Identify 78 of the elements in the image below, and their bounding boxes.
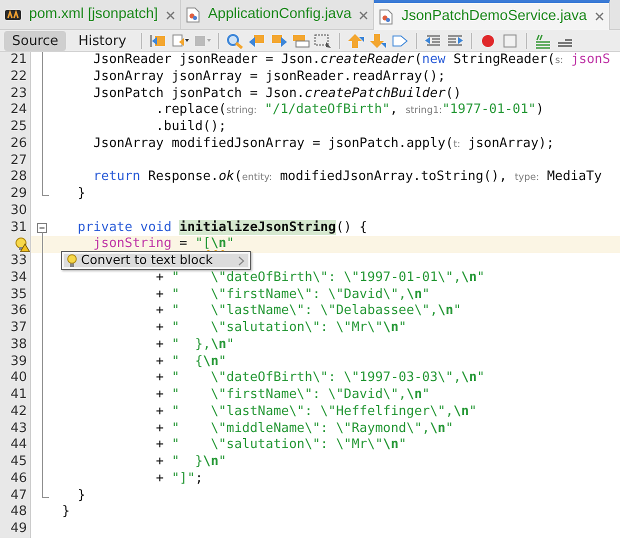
- next-icon[interactable]: [270, 32, 288, 48]
- view-tab[interactable]: Source: [4, 30, 66, 50]
- line-number: 26: [10, 136, 27, 151]
- view-tab[interactable]: History: [70, 30, 134, 50]
- hint-bulb-icon[interactable]: [14, 237, 30, 252]
- close-icon[interactable]: [166, 10, 175, 20]
- code-line: .build();: [154, 119, 226, 136]
- arrow-up-icon[interactable]: [347, 32, 366, 48]
- line-number: 37: [10, 320, 27, 335]
- line-number: 33: [10, 253, 27, 268]
- code-line: }: [62, 504, 70, 521]
- arrow-down-icon[interactable]: [369, 32, 388, 48]
- line-number: 40: [10, 370, 27, 386]
- line-number: 48: [10, 504, 27, 520]
- line-number: 44: [10, 437, 27, 452]
- line-number: 21: [10, 52, 27, 67]
- code-line: private void initializeJsonString() {: [76, 220, 368, 236]
- code-line: + " \"salutation\": \"Mr\"\n": [154, 320, 406, 337]
- line-number: 41: [10, 387, 27, 402]
- search-icon[interactable]: [226, 32, 244, 48]
- code-line: JsonArray jsonArray = jsonReader.readArray();: [92, 68, 446, 86]
- code-line: + " \"dateOfBirth\": \"1997-03-03\",\n": [154, 370, 485, 387]
- code-line: return Response.ok(entity: modifiedJsonArray.toString(), type: MediaTy: [92, 169, 602, 186]
- line-number: 47: [10, 488, 27, 502]
- code-line: + " \"dateOfBirth\": \"1997-01-01\",\n": [154, 270, 485, 286]
- code-line: + "]";: [154, 470, 203, 488]
- line-number: 24: [10, 102, 27, 118]
- toggle-highlight-icon[interactable]: [292, 32, 310, 48]
- code-line: + " {\n": [154, 354, 226, 370]
- line-number: 46: [10, 470, 27, 486]
- code-line: + " \"lastName\": \"Delabassee\",\n": [154, 303, 462, 320]
- previous-icon[interactable]: [248, 32, 266, 48]
- maven-icon: [5, 9, 21, 21]
- close-icon[interactable]: [594, 12, 604, 21]
- selection-icon[interactable]: [314, 32, 332, 48]
- line-number: 25: [10, 119, 27, 134]
- bulb-icon: [67, 254, 77, 268]
- line-number: 45: [10, 454, 27, 469]
- code-line: + " },\n": [154, 336, 234, 354]
- close-icon[interactable]: [359, 10, 368, 20]
- popup-menu-item[interactable]: Convert to text block: [64, 254, 248, 267]
- line-number: 34: [10, 270, 27, 285]
- code-line: + " \"lastName\": \"Heffelfinger\",\n": [154, 404, 477, 420]
- java-file-icon: [379, 8, 394, 24]
- shift-right-icon[interactable]: [446, 32, 464, 48]
- code-line: jsonString = "[\n": [92, 236, 234, 253]
- code-line: }: [76, 488, 86, 504]
- line-number: 22: [10, 68, 27, 84]
- line-number: 42: [10, 404, 27, 419]
- code-line: JsonArray modifiedJsonArray = jsonPatch.apply(t: jsonArray);: [92, 136, 554, 152]
- code-line: JsonPatch jsonPatch = Json.createPatchBuilder(): [92, 86, 462, 102]
- code-line: .replace(string: "/1/dateOfBirth", string1:"1977-01-01"): [154, 102, 544, 119]
- back-icon[interactable]: [149, 32, 168, 48]
- code-line: + " \"firstName\": \"David\",\n": [154, 387, 430, 404]
- line-number: 23: [10, 86, 27, 100]
- line-number: 27: [10, 152, 27, 168]
- file-tab[interactable]: JsonPatchDemoService.java: [374, 0, 610, 30]
- code-line: + " }\n": [154, 454, 226, 471]
- line-number: 28: [10, 169, 27, 184]
- line-number: 36: [10, 303, 27, 318]
- code-line: JsonReader jsonReader = Json.createReader(new StringReader(s: jsonS: [92, 52, 610, 69]
- code-line: + " \"firstName\": \"David\",\n": [154, 286, 430, 304]
- shift-left-icon[interactable]: [424, 32, 442, 48]
- line-number: 31: [10, 220, 27, 234]
- line-number: 49: [10, 521, 27, 536]
- line-number: 30: [10, 202, 27, 218]
- chevron-right-icon: [238, 256, 245, 266]
- tag-icon[interactable]: [391, 32, 410, 48]
- java-file-icon: [186, 7, 200, 23]
- stop-icon[interactable]: [501, 32, 520, 48]
- code-line: + " \"salutation\": \"Mr\"\n": [154, 437, 406, 454]
- code-line: + " \"middleName\": \"Raymond\",\n": [154, 420, 454, 438]
- line-number: 43: [10, 420, 27, 436]
- line-number: 39: [10, 354, 27, 368]
- line-number: 35: [10, 286, 27, 302]
- code-line: }: [76, 186, 86, 203]
- line-number: 38: [10, 336, 27, 352]
- line-number: 29: [10, 186, 27, 201]
